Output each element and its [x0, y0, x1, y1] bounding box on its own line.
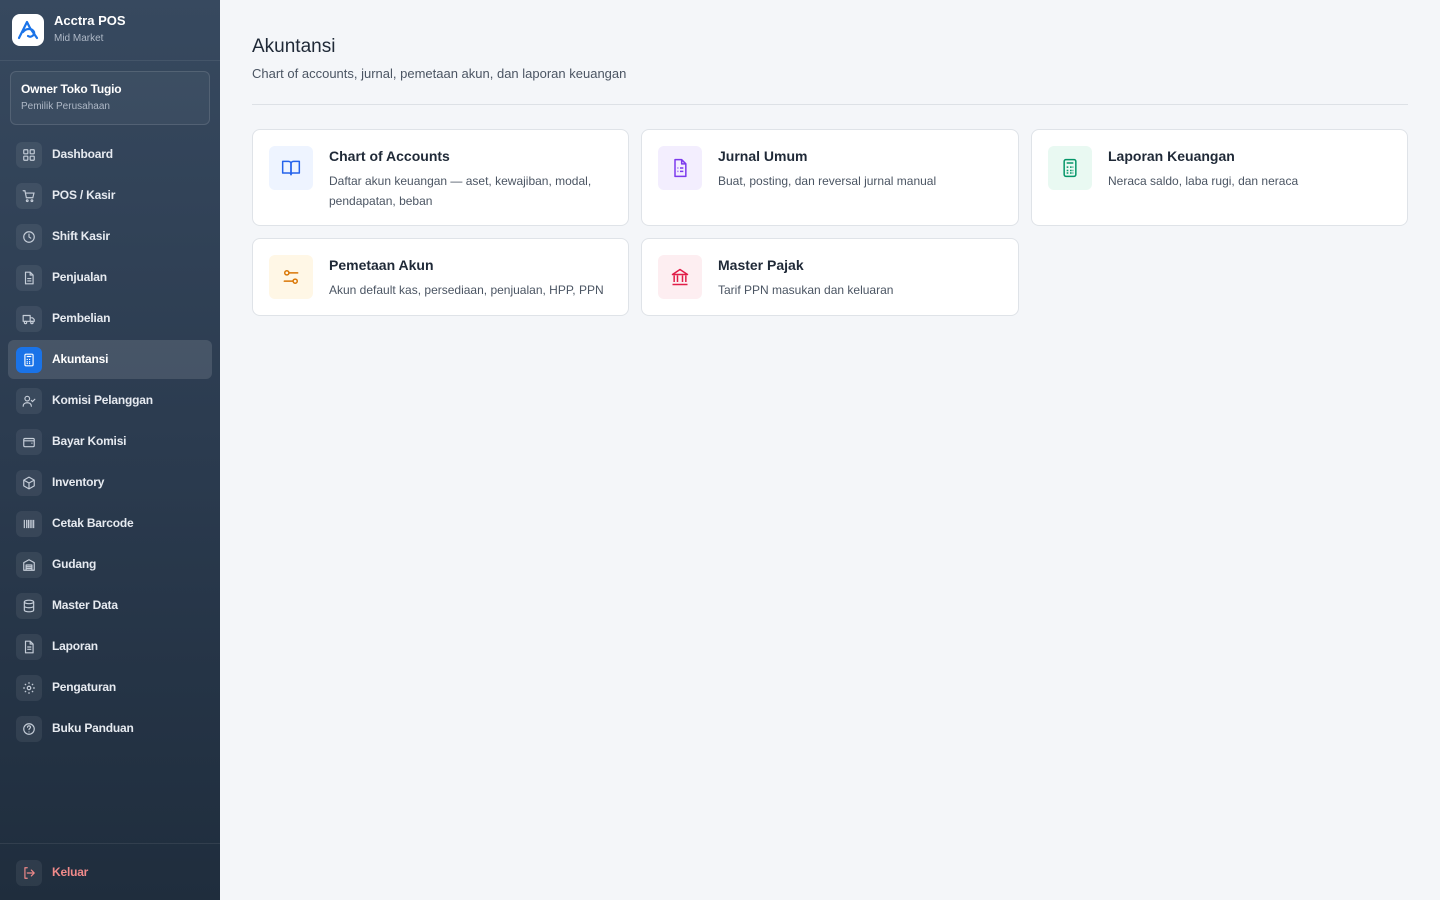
- sidebar-divider: [0, 843, 220, 844]
- wallet-icon: [16, 429, 42, 455]
- card-description: Tarif PPN masukan dan keluaran: [718, 283, 894, 297]
- logout-label: Keluar: [52, 865, 89, 879]
- calculator-icon: [16, 347, 42, 373]
- user-name: Owner Toko Tugio: [21, 82, 122, 96]
- card-chart-of-accounts[interactable]: Chart of Accounts Daftar akun keuangan —…: [252, 129, 629, 226]
- sidebar-item-label: Laporan: [52, 639, 98, 653]
- sidebar-item-label: Akuntansi: [52, 352, 109, 366]
- sidebar-item-pembelian[interactable]: Pembelian: [8, 299, 212, 338]
- sidebar-item-label: Cetak Barcode: [52, 516, 134, 530]
- card-title: Chart of Accounts: [329, 148, 450, 164]
- sidebar-item-penjualan[interactable]: Penjualan: [8, 258, 212, 297]
- sidebar-item-label: Buku Panduan: [52, 721, 134, 735]
- sidebar-item-label: Master Data: [52, 598, 118, 612]
- card-master-pajak[interactable]: Master Pajak Tarif PPN masukan dan kelua…: [641, 238, 1019, 316]
- brand-plan: Mid Market: [54, 33, 104, 44]
- sidebar-item-shift-kasir[interactable]: Shift Kasir: [8, 217, 212, 256]
- page-subtitle: Chart of accounts, jurnal, pemetaan akun…: [252, 66, 627, 81]
- sidebar-item-label: Inventory: [52, 475, 105, 489]
- sidebar-item-dashboard[interactable]: Dashboard: [8, 135, 212, 174]
- open-book-icon: [269, 146, 313, 190]
- card-description: Daftar akun keuangan — aset, kewajiban, …: [329, 174, 592, 208]
- user-check-icon: [16, 388, 42, 414]
- calculator-icon: [1048, 146, 1092, 190]
- sidebar: Acctra POS Mid Market Owner Toko Tugio P…: [0, 0, 220, 900]
- sidebar-item-label: Bayar Komisi: [52, 434, 127, 448]
- bank-icon: [658, 255, 702, 299]
- user-profile-box[interactable]: Owner Toko Tugio Pemilik Perusahaan: [10, 71, 210, 125]
- cart-icon: [16, 183, 42, 209]
- acctra-logo-icon[interactable]: [12, 14, 44, 46]
- page-title: Akuntansi: [252, 36, 336, 57]
- sidebar-item-label: Pengaturan: [52, 680, 117, 694]
- sidebar-item-label: Penjualan: [52, 270, 107, 284]
- box-icon: [16, 470, 42, 496]
- header-divider: [252, 104, 1408, 105]
- sidebar-item-label: Komisi Pelanggan: [52, 393, 153, 407]
- card-description: Neraca saldo, laba rugi, dan neraca: [1108, 174, 1299, 188]
- sidebar-item-label: Shift Kasir: [52, 229, 110, 243]
- database-icon: [16, 593, 42, 619]
- sidebar-item-bayar-komisi[interactable]: Bayar Komisi: [8, 422, 212, 461]
- sidebar-item-buku-panduan[interactable]: Buku Panduan: [8, 709, 212, 748]
- card-title: Jurnal Umum: [718, 148, 808, 164]
- barcode-icon: [16, 511, 42, 537]
- sidebar-item-akuntansi[interactable]: Akuntansi: [8, 340, 212, 379]
- sidebar-item-pengaturan[interactable]: Pengaturan: [8, 668, 212, 707]
- report-icon: [16, 634, 42, 660]
- sidebar-item-cetak-barcode[interactable]: Cetak Barcode: [8, 504, 212, 543]
- card-laporan-keuangan[interactable]: Laporan Keuangan Neraca saldo, laba rugi…: [1031, 129, 1408, 226]
- sidebar-item-label: Dashboard: [52, 147, 113, 161]
- card-title: Laporan Keuangan: [1108, 148, 1235, 164]
- warehouse-icon: [16, 552, 42, 578]
- sidebar-item-label: POS / Kasir: [52, 188, 116, 202]
- sidebar-item-komisi-pelanggan[interactable]: Komisi Pelanggan: [8, 381, 212, 420]
- card-jurnal-umum[interactable]: Jurnal Umum Buat, posting, dan reversal …: [641, 129, 1019, 226]
- document-icon: [16, 265, 42, 291]
- sidebar-item-laporan[interactable]: Laporan: [8, 627, 212, 666]
- sidebar-item-pos-kasir[interactable]: POS / Kasir: [8, 176, 212, 215]
- sidebar-item-inventory[interactable]: Inventory: [8, 463, 212, 502]
- logout-icon: [16, 860, 42, 886]
- sidebar-item-label: Gudang: [52, 557, 97, 571]
- card-title: Pemetaan Akun: [329, 257, 434, 273]
- gear-icon: [16, 675, 42, 701]
- clock-icon: [16, 224, 42, 250]
- user-role: Pemilik Perusahaan: [21, 101, 110, 112]
- help-circle-icon: [16, 716, 42, 742]
- dashboard-grid-icon: [16, 142, 42, 168]
- sidebar-item-master-data[interactable]: Master Data: [8, 586, 212, 625]
- card-pemetaan-akun[interactable]: Pemetaan Akun Akun default kas, persedia…: [252, 238, 629, 316]
- truck-icon: [16, 306, 42, 332]
- sidebar-item-gudang[interactable]: Gudang: [8, 545, 212, 584]
- card-description: Buat, posting, dan reversal jurnal manua…: [718, 174, 937, 188]
- logout-button[interactable]: Keluar: [8, 853, 212, 892]
- file-list-icon: [658, 146, 702, 190]
- brand-header: Acctra POS Mid Market: [0, 0, 220, 61]
- sidebar-item-label: Pembelian: [52, 311, 111, 325]
- brand-name: Acctra POS: [54, 13, 126, 28]
- card-description: Akun default kas, persediaan, penjualan,…: [329, 283, 604, 297]
- card-title: Master Pajak: [718, 257, 804, 273]
- sliders-icon: [269, 255, 313, 299]
